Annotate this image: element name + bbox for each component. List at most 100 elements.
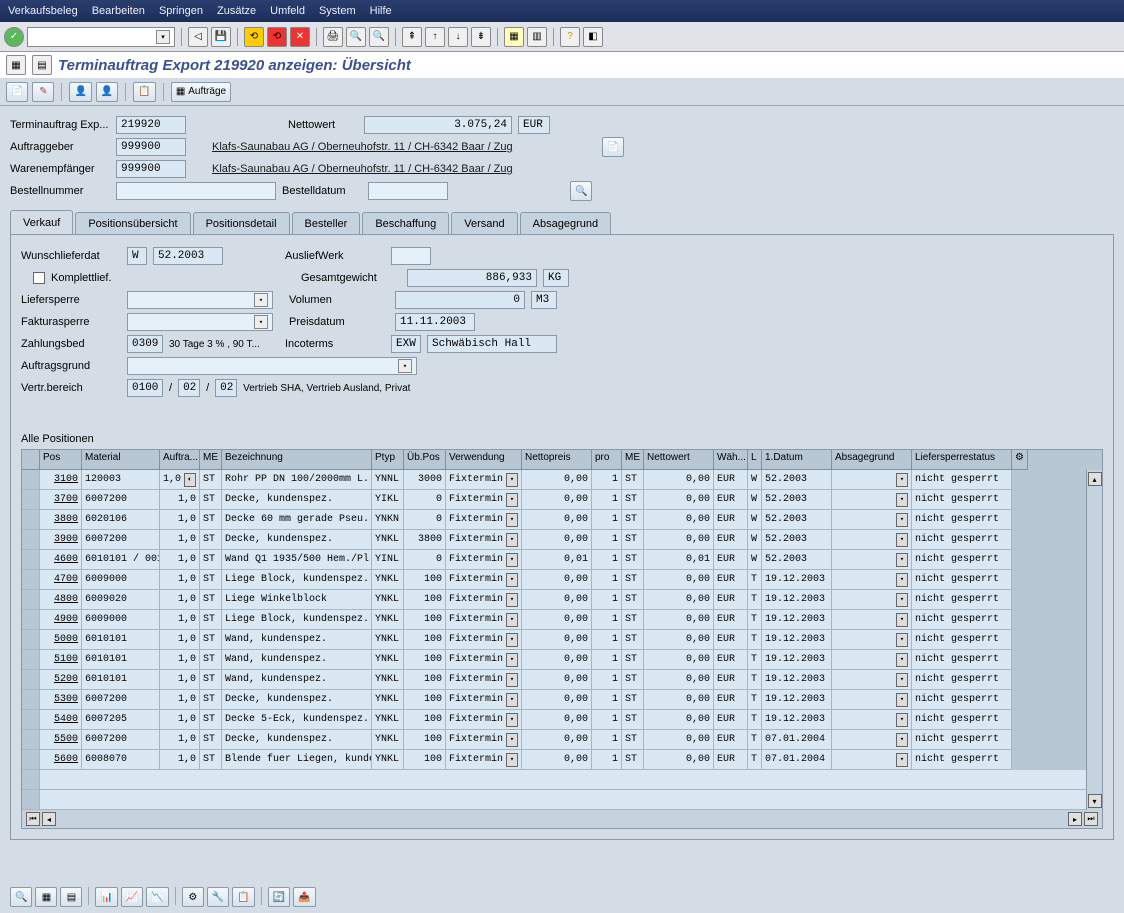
dropdown-icon[interactable]: ▾ — [506, 593, 518, 607]
dropdown-icon[interactable]: ▾ — [896, 673, 908, 687]
bestelldatum-field[interactable] — [368, 182, 448, 200]
table-row[interactable]: 490060090001,0STLiege Block, kundenspez.… — [22, 610, 1102, 630]
tab-besteller[interactable]: Besteller — [292, 212, 361, 234]
dropdown-icon[interactable]: ▾ — [896, 513, 908, 527]
wunschlieferdat-field[interactable]: 52.2003 — [153, 247, 223, 265]
dropdown-icon[interactable]: ▾ — [506, 493, 518, 507]
footer-btn-11[interactable]: 📤 — [293, 887, 315, 907]
table-row[interactable]: 470060090001,0STLiege Block, kundenspez.… — [22, 570, 1102, 590]
dropdown-icon[interactable]: ▾ — [506, 533, 518, 547]
table-row[interactable]: 480060090201,0STLiege WinkelblockYNKL100… — [22, 590, 1102, 610]
f4-icon[interactable]: ◐ — [184, 473, 196, 487]
footer-btn-8[interactable]: 🔧 — [207, 887, 229, 907]
bestell-detail-button[interactable]: 🔍 — [570, 181, 592, 201]
grid-col-9[interactable]: pro — [592, 450, 622, 470]
tab-verkauf[interactable]: Verkauf — [10, 210, 73, 234]
menu-umfeld[interactable]: Umfeld — [270, 5, 305, 17]
dropdown-icon[interactable]: ▾ — [896, 753, 908, 767]
footer-btn-1[interactable]: 🔍 — [10, 887, 32, 907]
grid-col-5[interactable]: Ptyp — [372, 450, 404, 470]
menu-zusaetze[interactable]: Zusätze — [217, 5, 256, 17]
command-field[interactable]: ▾ — [27, 27, 175, 47]
change-button[interactable]: ✎ — [32, 82, 54, 102]
zahlungsbed-field[interactable]: 0309 — [127, 335, 163, 353]
grid-col-13[interactable]: L — [748, 450, 762, 470]
dropdown-icon[interactable]: ▾ — [896, 573, 908, 587]
auftraggeber-field[interactable]: 999900 — [116, 138, 186, 156]
dropdown-icon[interactable]: ▾ — [506, 553, 518, 567]
footer-btn-4[interactable]: 📊 — [95, 887, 117, 907]
table-row[interactable]: 370060072001,0STDecke, kundenspez.YIKL0F… — [22, 490, 1102, 510]
dropdown-icon[interactable]: ▾ — [506, 633, 518, 647]
find-next-button[interactable]: 🔍 — [369, 27, 389, 47]
new-session-button[interactable]: ▦ — [504, 27, 524, 47]
enter-button[interactable]: ✓ — [4, 27, 24, 47]
auftraggeber-link[interactable]: Klafs-Saunabau AG / Oberneuhofstr. 11 / … — [212, 141, 513, 153]
table-row[interactable]: 390060072001,0STDecke, kundenspez.YNKL38… — [22, 530, 1102, 550]
scroll-down-button[interactable]: ▾ — [1088, 794, 1102, 808]
tab-versand[interactable]: Versand — [451, 212, 517, 234]
incoterms-text[interactable]: Schwäbisch Hall — [427, 335, 557, 353]
menu-verkaufsbeleg[interactable]: Verkaufsbeleg — [8, 5, 78, 17]
save-button[interactable]: 💾 — [211, 27, 231, 47]
liefersperre-field[interactable]: ▾ — [127, 291, 273, 309]
scroll-up-button[interactable]: ▴ — [1088, 472, 1102, 486]
tab-absagegrund[interactable]: Absagegrund — [520, 212, 611, 234]
footer-btn-6[interactable]: 📉 — [146, 887, 168, 907]
tab-positionsuebersicht[interactable]: Positionsübersicht — [75, 212, 190, 234]
dropdown-icon[interactable]: ▾ — [896, 693, 908, 707]
dropdown-icon[interactable]: ▾ — [896, 653, 908, 667]
tab-beschaffung[interactable]: Beschaffung — [362, 212, 449, 234]
grid-col-4[interactable]: Bezeichnung — [222, 450, 372, 470]
table-row[interactable]: 550060072001,0STDecke, kundenspez.YNKL10… — [22, 730, 1102, 750]
dropdown-icon[interactable]: ▾ — [896, 713, 908, 727]
grid-hscrollbar[interactable]: ⏮ ◂ ▸ ⏭ — [22, 810, 1102, 828]
preisdatum-field[interactable]: 11.11.2003 — [395, 313, 475, 331]
footer-btn-5[interactable]: 📈 — [121, 887, 143, 907]
customize-button[interactable]: ◧ — [583, 27, 603, 47]
partner-button[interactable]: 👤 — [69, 82, 91, 102]
grid-col-16[interactable]: Liefersperrestatus — [912, 450, 1012, 470]
title-icon1[interactable]: ▦ — [6, 55, 26, 75]
dropdown-icon[interactable]: ▾ — [506, 473, 518, 487]
dropdown-icon[interactable]: ▾ — [896, 633, 908, 647]
grid-col-15[interactable]: Absagegrund — [832, 450, 912, 470]
grid-col-7[interactable]: Verwendung — [446, 450, 522, 470]
terminauftrag-field[interactable]: 219920 — [116, 116, 186, 134]
dropdown-icon[interactable]: ▾ — [896, 533, 908, 547]
fakturasperre-field[interactable]: ▾ — [127, 313, 273, 331]
dropdown-icon[interactable]: ▾ — [896, 493, 908, 507]
table-row[interactable]: 520060101011,0STWand, kundenspez.YNKL100… — [22, 670, 1102, 690]
exit-yellow-button[interactable]: ⟲ — [244, 27, 264, 47]
dropdown-icon[interactable]: ▾ — [506, 613, 518, 627]
tab-positionsdetail[interactable]: Positionsdetail — [193, 212, 290, 234]
menu-springen[interactable]: Springen — [159, 5, 203, 17]
table-row[interactable]: 560060080701,0STBlende fuer Liegen, kund… — [22, 750, 1102, 770]
scroll-right-button[interactable]: ▸ — [1068, 812, 1082, 826]
partner-detail-button[interactable]: 📄 — [602, 137, 624, 157]
dropdown-icon[interactable]: ▾ — [506, 693, 518, 707]
back-button[interactable]: ◁ — [188, 27, 208, 47]
print-button[interactable]: 🖨 — [323, 27, 343, 47]
menu-system[interactable]: System — [319, 5, 356, 17]
dropdown-icon[interactable]: ▾ — [506, 653, 518, 667]
dropdown-icon[interactable]: ▾ — [506, 573, 518, 587]
grid-col-2[interactable]: Auftra... — [160, 450, 200, 470]
warenempf-field[interactable]: 999900 — [116, 160, 186, 178]
dropdown-icon[interactable]: ▾ — [896, 473, 908, 487]
grid-col-11[interactable]: Nettowert — [644, 450, 714, 470]
display-button[interactable]: 📄 — [6, 82, 28, 102]
grid-config-button[interactable]: ⚙ — [1012, 450, 1028, 470]
bestellnr-field[interactable] — [116, 182, 276, 200]
komplettlief-checkbox[interactable] — [33, 272, 45, 284]
dropdown-icon[interactable]: ▾ — [896, 593, 908, 607]
help-button[interactable]: ? — [560, 27, 580, 47]
dropdown-icon[interactable]: ▾ — [254, 293, 268, 307]
prev-page-button[interactable]: ↑ — [425, 27, 445, 47]
grid-col-0[interactable]: Pos — [40, 450, 82, 470]
dropdown-icon[interactable]: ▾ — [506, 513, 518, 527]
find-button[interactable]: 🔍 — [346, 27, 366, 47]
dropdown-icon[interactable]: ▾ — [506, 733, 518, 747]
dropdown-icon[interactable]: ▾ — [896, 553, 908, 567]
dropdown-icon[interactable]: ▾ — [506, 673, 518, 687]
